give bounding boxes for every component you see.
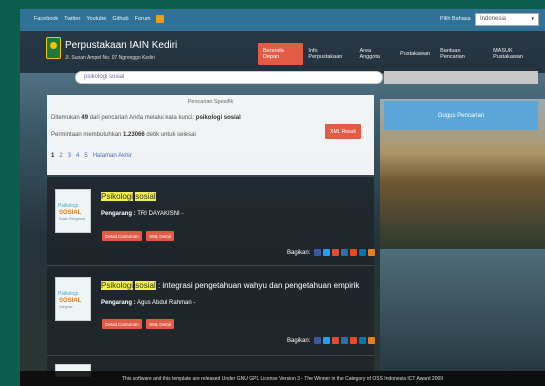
title-highlight: Psikologi bbox=[101, 192, 134, 201]
title-rest: : integrasi pengetahuan wahyu dan penget… bbox=[157, 281, 360, 290]
stumbleupon-icon[interactable] bbox=[350, 337, 358, 344]
share-bar: Bagikan: bbox=[287, 337, 376, 344]
specific-search-label: Pencarian Spesifik bbox=[187, 99, 234, 105]
page-1[interactable]: 1 bbox=[51, 153, 54, 159]
detail-button[interactable]: Detail Cantuman bbox=[102, 231, 142, 241]
advanced-search-button[interactable]: Gugus Pencarian bbox=[384, 101, 538, 130]
linkedin-icon[interactable] bbox=[359, 249, 367, 256]
email-icon[interactable] bbox=[368, 337, 376, 344]
language-select[interactable]: Indonesia ▾ bbox=[475, 13, 539, 26]
found-info: Ditemukan 49 dari pencarian Anda melalui… bbox=[51, 115, 241, 121]
search-input[interactable]: psikologi sosial bbox=[75, 71, 383, 84]
stumbleupon-icon[interactable] bbox=[350, 249, 358, 256]
page-2[interactable]: 2 bbox=[59, 153, 62, 159]
share-label: Bagikan: bbox=[287, 337, 311, 344]
divider bbox=[47, 355, 374, 356]
share-bar: Bagikan: bbox=[287, 249, 376, 256]
cover-title: Psikologi bbox=[58, 203, 79, 209]
nav-search-help[interactable]: Bantuan Pencarian bbox=[435, 43, 488, 65]
google-plus-icon[interactable] bbox=[332, 337, 340, 344]
social-links: Facebook Twitter Youtube Github Forum bbox=[34, 15, 165, 23]
site-title[interactable]: Perpustakaan IAIN Kediri bbox=[65, 40, 177, 51]
background-water bbox=[380, 249, 545, 386]
nav-home[interactable]: Beranda Depan bbox=[258, 43, 304, 65]
title-highlight: sosial bbox=[135, 281, 156, 290]
youtube-link[interactable]: Youtube bbox=[86, 16, 106, 23]
page-3[interactable]: 3 bbox=[68, 153, 71, 159]
search-keyword: psikologi sosial bbox=[195, 115, 241, 121]
digg-icon[interactable] bbox=[341, 249, 349, 256]
email-icon[interactable] bbox=[368, 249, 376, 256]
twitter-icon[interactable] bbox=[323, 249, 331, 256]
result-author: Pengarang : Agus Abdul Rahman - bbox=[101, 300, 195, 306]
author-label: Pengarang : bbox=[101, 300, 136, 306]
detail-button[interactable]: Detail Cantuman bbox=[102, 319, 142, 329]
linkedin-icon[interactable] bbox=[359, 337, 367, 344]
top-bar: Facebook Twitter Youtube Github Forum Pi… bbox=[20, 9, 545, 31]
facebook-link[interactable]: Facebook bbox=[34, 16, 58, 23]
facebook-icon[interactable] bbox=[314, 337, 322, 344]
language-value: Indonesia bbox=[480, 16, 507, 22]
nav-librarian-login[interactable]: MASUK Pustakawan bbox=[488, 43, 545, 65]
site-address: Jl. Sunan Ampel No. 07 Ngronggo Kediri bbox=[65, 55, 155, 61]
site-footer: This software and this template are rele… bbox=[20, 371, 545, 386]
title-highlight: sosial bbox=[135, 192, 156, 201]
site-header: Perpustakaan IAIN Kediri Jl. Sunan Ampel… bbox=[20, 31, 545, 73]
author-name[interactable]: TRI DAYAKISNI - bbox=[137, 211, 183, 217]
result-title[interactable]: Psikologi sosial : integrasi pengetahuan… bbox=[101, 281, 359, 290]
language-label: Pilih Bahasa bbox=[440, 16, 471, 22]
google-plus-icon[interactable] bbox=[332, 249, 340, 256]
author-label: Pengarang : bbox=[101, 211, 136, 217]
main-nav: Beranda Depan Info Perpustakaan Area Ang… bbox=[258, 43, 545, 65]
share-label: Bagikan: bbox=[287, 249, 311, 256]
found-mid: dari pencarian Anda melalui kata kunci: bbox=[89, 115, 195, 121]
xml-detail-button[interactable]: XML Detail bbox=[146, 231, 174, 241]
digg-icon[interactable] bbox=[341, 337, 349, 344]
browser-viewport: Facebook Twitter Youtube Github Forum Pi… bbox=[20, 9, 545, 386]
rss-icon[interactable] bbox=[156, 15, 165, 23]
search-result-summary: Pencarian Spesifik Ditemukan 49 dari pen… bbox=[47, 95, 374, 175]
book-cover[interactable]: Psikologi SOSIAL Integrasi bbox=[55, 277, 91, 321]
book-cover[interactable]: Psikologi SOSIAL Suatu Pengantar bbox=[55, 189, 91, 233]
last-page-link[interactable]: Halaman Akhir bbox=[93, 153, 132, 159]
nav-library-info[interactable]: Info Perpustakaan bbox=[303, 43, 354, 65]
result-list: Psikologi SOSIAL Suatu Pengantar Psikolo… bbox=[47, 177, 376, 377]
time-info: Permintaan membutuhkan 1.23066 detik unt… bbox=[51, 132, 196, 138]
twitter-icon[interactable] bbox=[323, 337, 331, 344]
xml-result-button[interactable]: XML Result bbox=[325, 124, 361, 139]
nav-librarian[interactable]: Pustakawan bbox=[395, 46, 435, 62]
nav-member-area[interactable]: Area Anggota bbox=[354, 43, 395, 65]
chevron-down-icon: ▾ bbox=[531, 16, 534, 22]
library-logo[interactable] bbox=[46, 37, 61, 59]
forum-link[interactable]: Forum bbox=[135, 16, 151, 23]
twitter-link[interactable]: Twitter bbox=[64, 16, 80, 23]
github-link[interactable]: Github bbox=[112, 16, 128, 23]
xml-detail-button[interactable]: XML Detail bbox=[146, 319, 174, 329]
page-5[interactable]: 5 bbox=[84, 153, 87, 159]
pagination: 1 2 3 4 5 Halaman Akhir bbox=[51, 153, 132, 159]
cover-subtitle: SOSIAL bbox=[59, 298, 82, 304]
title-highlight: Psikologi bbox=[101, 281, 134, 290]
cover-label: Suatu Pengantar bbox=[59, 217, 86, 221]
cover-subtitle: SOSIAL bbox=[59, 210, 82, 216]
sidebar-search-field[interactable] bbox=[384, 71, 538, 84]
found-prefix: Ditemukan bbox=[51, 115, 80, 121]
divider bbox=[47, 265, 374, 266]
result-title[interactable]: Psikologi sosial bbox=[101, 192, 156, 201]
found-count: 49 bbox=[81, 115, 89, 121]
time-suffix: detik untuk selesai bbox=[146, 132, 196, 138]
time-prefix: Permintaan membutuhkan bbox=[51, 132, 122, 138]
result-author: Pengarang : TRI DAYAKISNI - bbox=[101, 211, 183, 217]
author-name[interactable]: Agus Abdul Rahman - bbox=[137, 300, 195, 306]
facebook-icon[interactable] bbox=[314, 249, 322, 256]
time-value: 1.23066 bbox=[123, 132, 145, 138]
page-4[interactable]: 4 bbox=[76, 153, 79, 159]
cover-title: Psikologi bbox=[58, 291, 79, 297]
cover-label: Integrasi bbox=[59, 305, 73, 309]
